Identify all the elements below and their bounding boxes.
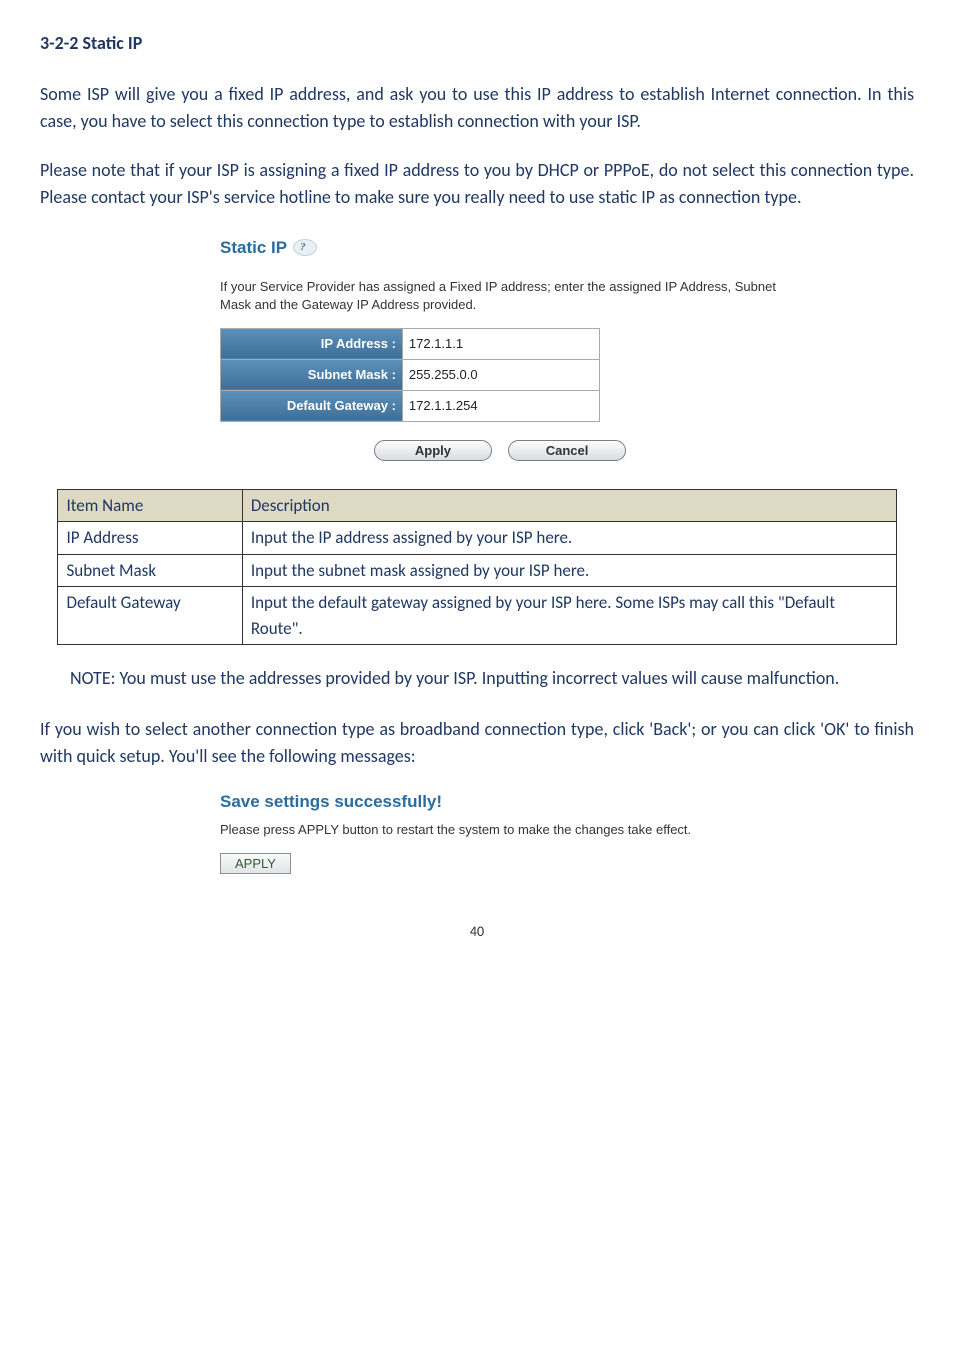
section-heading: 3-2-2 Static IP <box>40 30 914 57</box>
screenshot-description: If your Service Provider has assigned a … <box>220 278 780 313</box>
ip-settings-table: IP Address : 172.1.1.1 Subnet Mask : 255… <box>220 328 600 422</box>
item-description-table: Item Name Description IP Address Input t… <box>57 489 896 646</box>
page-number: 40 <box>40 921 914 942</box>
column-header-description: Description <box>242 489 896 522</box>
save-title: Save settings successfully! <box>220 792 914 812</box>
ip-address-label: IP Address : <box>221 328 403 359</box>
item-desc-cell: Input the IP address assigned by your IS… <box>242 522 896 555</box>
paragraph-3: If you wish to select another connection… <box>40 716 914 770</box>
table-row: Default Gateway Input the default gatewa… <box>58 587 896 645</box>
apply-button[interactable]: Apply <box>374 440 492 461</box>
apply-restart-button[interactable]: APPLY <box>220 853 291 874</box>
column-header-item-name: Item Name <box>58 489 242 522</box>
screenshot-title: Static IP <box>220 235 287 261</box>
save-description: Please press APPLY button to restart the… <box>220 822 914 837</box>
help-icon[interactable] <box>293 239 317 256</box>
default-gateway-label: Default Gateway : <box>221 390 403 421</box>
item-name-cell: Subnet Mask <box>58 554 242 587</box>
note-paragraph: NOTE: You must use the addresses provide… <box>70 665 884 692</box>
table-row: Subnet Mask Input the subnet mask assign… <box>58 554 896 587</box>
paragraph-2: Please note that if your ISP is assignin… <box>40 157 914 211</box>
paragraph-1: Some ISP will give you a fixed IP addres… <box>40 81 914 135</box>
default-gateway-input[interactable]: 172.1.1.254 <box>402 390 599 421</box>
ip-address-input[interactable]: 172.1.1.1 <box>402 328 599 359</box>
subnet-mask-label: Subnet Mask : <box>221 359 403 390</box>
table-row: IP Address Input the IP address assigned… <box>58 522 896 555</box>
item-name-cell: IP Address <box>58 522 242 555</box>
item-desc-cell: Input the default gateway assigned by yo… <box>242 587 896 645</box>
static-ip-screenshot: Static IP If your Service Provider has a… <box>220 233 780 463</box>
save-settings-screenshot: Save settings successfully! Please press… <box>220 792 914 876</box>
cancel-button[interactable]: Cancel <box>508 440 626 461</box>
item-name-cell: Default Gateway <box>58 587 242 645</box>
item-desc-cell: Input the subnet mask assigned by your I… <box>242 554 896 587</box>
subnet-mask-input[interactable]: 255.255.0.0 <box>402 359 599 390</box>
